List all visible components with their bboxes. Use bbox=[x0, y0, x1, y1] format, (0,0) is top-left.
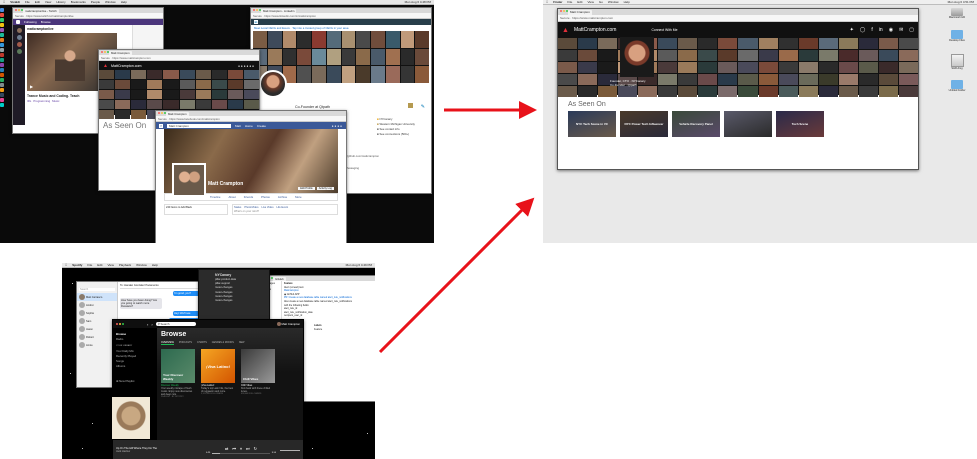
transition-arrows bbox=[378, 101, 537, 354]
arrow-diagonal bbox=[378, 197, 535, 354]
